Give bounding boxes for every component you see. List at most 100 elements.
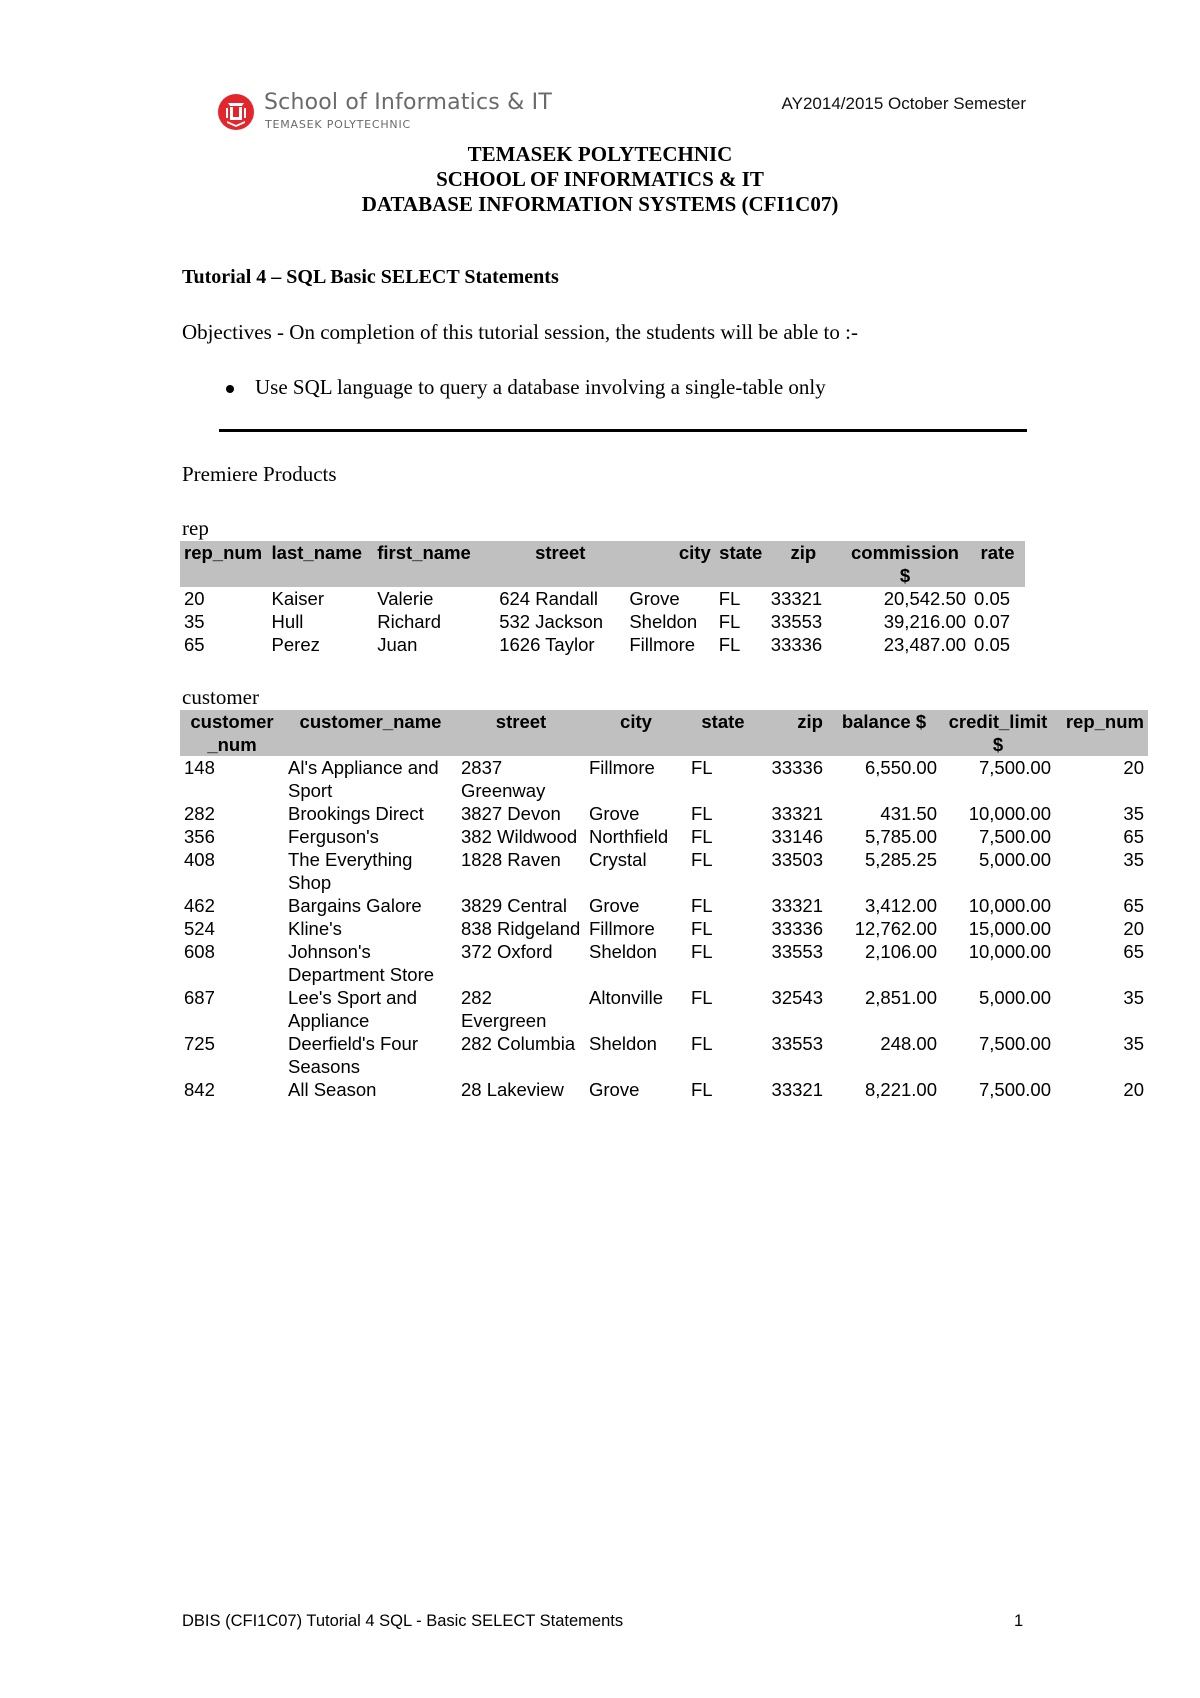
cell: 3829 Central: [461, 895, 567, 916]
school-logo: School of Informatics & IT TEMASEK POLYT…: [218, 90, 552, 136]
column-header: rate: [970, 541, 1025, 587]
cell: 6,550.00: [864, 757, 937, 778]
table-row: 356 Ferguson's 382 Wildwood Northfield FL 331…: [180, 825, 1148, 848]
column-header: customer _num: [180, 710, 284, 756]
cell: 33336: [770, 634, 823, 655]
cell: 0.05: [974, 634, 1011, 655]
cell: Grove: [589, 1079, 640, 1100]
cell: 532 Jackson: [499, 611, 604, 632]
cell: 282 Evergreen: [461, 987, 547, 1031]
table-row: 65 Perez Juan 1626 Taylor Fillmore FL 33…: [180, 633, 1025, 656]
cell: 2837 Greenway: [461, 757, 546, 801]
cell: 33146: [771, 826, 823, 847]
cell: Bargains Galore: [288, 895, 422, 916]
cell: 408: [184, 849, 215, 870]
cell: 282: [184, 803, 215, 824]
cell: 148: [184, 757, 215, 778]
semester-label: AY2014/2015 October Semester: [781, 94, 1026, 113]
cell: 20: [1123, 918, 1144, 939]
column-header: last_name: [267, 541, 374, 587]
cell: 462: [184, 895, 215, 916]
cell: 282 Columbia: [461, 1033, 576, 1054]
cell: 10,000.00: [968, 895, 1051, 916]
cell: Al's Appliance and Sport: [288, 757, 439, 801]
cell: 20: [1123, 1079, 1144, 1100]
cell: Hull: [271, 611, 304, 632]
cell: Northfield: [589, 826, 669, 847]
cell: 35: [184, 611, 205, 632]
cell: 33321: [771, 895, 823, 916]
column-header: rep_num: [180, 541, 268, 587]
cell: 7,500.00: [978, 826, 1051, 847]
cell: Grove: [629, 588, 680, 609]
cell: FL: [718, 634, 741, 655]
tutorial-title: Tutorial 4 – SQL Basic SELECT Statements: [182, 266, 559, 288]
cell: 382 Wildwood: [461, 826, 578, 847]
cell: Grove: [589, 895, 640, 916]
cell: 5,000.00: [978, 987, 1051, 1008]
cell: Fillmore: [629, 634, 696, 655]
heading-institution: TEMASEK POLYTECHNIC: [467, 142, 733, 166]
cell: 5,285.25: [864, 849, 937, 870]
column-header: balance $: [827, 710, 941, 756]
cell: 624 Randall: [499, 588, 598, 609]
cell: 8,221.00: [864, 1079, 937, 1100]
cell: 431.50: [880, 803, 937, 824]
cell: 7,500.00: [978, 1033, 1051, 1054]
temasek-crest-icon: [218, 94, 254, 130]
column-header: state: [714, 541, 767, 587]
cell: 1626 Taylor: [499, 634, 595, 655]
column-header: commission $: [839, 541, 971, 587]
cell: 0.05: [974, 588, 1011, 609]
table-row: 20 Kaiser Valerie 624 Randall Grove FL 3…: [180, 587, 1025, 610]
table-row: 524 Kline's 838 Ridgeland Fillmore FL 33336 12…: [180, 917, 1148, 940]
table-row: 148 Al's Appliance and Sport 2837 Greenway…: [180, 756, 1148, 802]
cell: 33503: [771, 849, 823, 870]
column-header: city: [625, 541, 715, 587]
table-row: 35 Hull Richard 532 Jackson Sheldon FL 3…: [180, 610, 1025, 633]
cell: 608: [184, 941, 215, 962]
cell: 687: [184, 987, 215, 1008]
cell: 7,500.00: [978, 757, 1051, 778]
cell: Kaiser: [271, 588, 324, 609]
cell: FL: [691, 895, 713, 916]
cell: 12,762.00: [854, 918, 937, 939]
cell: Altonville: [589, 987, 664, 1008]
cell: 33321: [770, 588, 823, 609]
cell: 10,000.00: [968, 941, 1051, 962]
cell: 524: [184, 918, 215, 939]
cell: 2,106.00: [864, 941, 937, 962]
cell: FL: [718, 588, 741, 609]
cell: 32543: [771, 987, 823, 1008]
cell: 20,542.50: [883, 588, 967, 609]
heading-school: SCHOOL OF INFORMATICS & IT: [436, 167, 764, 191]
cell: Johnson's Department Store: [288, 941, 435, 985]
cell: 5,000.00: [978, 849, 1051, 870]
cell: All Season: [288, 1079, 377, 1100]
cell: FL: [691, 918, 713, 939]
column-header: customer_name: [284, 710, 457, 756]
column-header: zip: [759, 710, 827, 756]
rep-table: rep_num last_name first_name street city…: [180, 541, 1025, 656]
table-row: 462 Bargains Galore 3829 Central Grove FL 333…: [180, 894, 1148, 917]
cell: 65: [1123, 895, 1144, 916]
cell: 248.00: [880, 1033, 937, 1054]
cell: 33336: [771, 918, 823, 939]
cell: FL: [691, 803, 713, 824]
cell: 65: [1123, 826, 1144, 847]
table-row: 608 Johnson's Department Store 372 Oxford S…: [180, 940, 1148, 986]
customer-table-header: customer _num customer_name street city …: [180, 710, 1148, 756]
column-header: street: [495, 541, 626, 587]
cell: FL: [691, 941, 713, 962]
cell: FL: [691, 987, 713, 1008]
cell: 33553: [770, 611, 823, 632]
cell: 20: [184, 588, 205, 609]
cell: 1828 Raven: [461, 849, 561, 870]
cell: FL: [691, 826, 713, 847]
cell: 2,851.00: [864, 987, 937, 1008]
cell: FL: [691, 849, 713, 870]
cell: 39,216.00: [883, 611, 967, 632]
footer-text: DBIS (CFI1C07) Tutorial 4 SQL - Basic SE…: [182, 1612, 624, 1630]
cell: Richard: [377, 611, 441, 632]
cell: 35: [1123, 803, 1144, 824]
